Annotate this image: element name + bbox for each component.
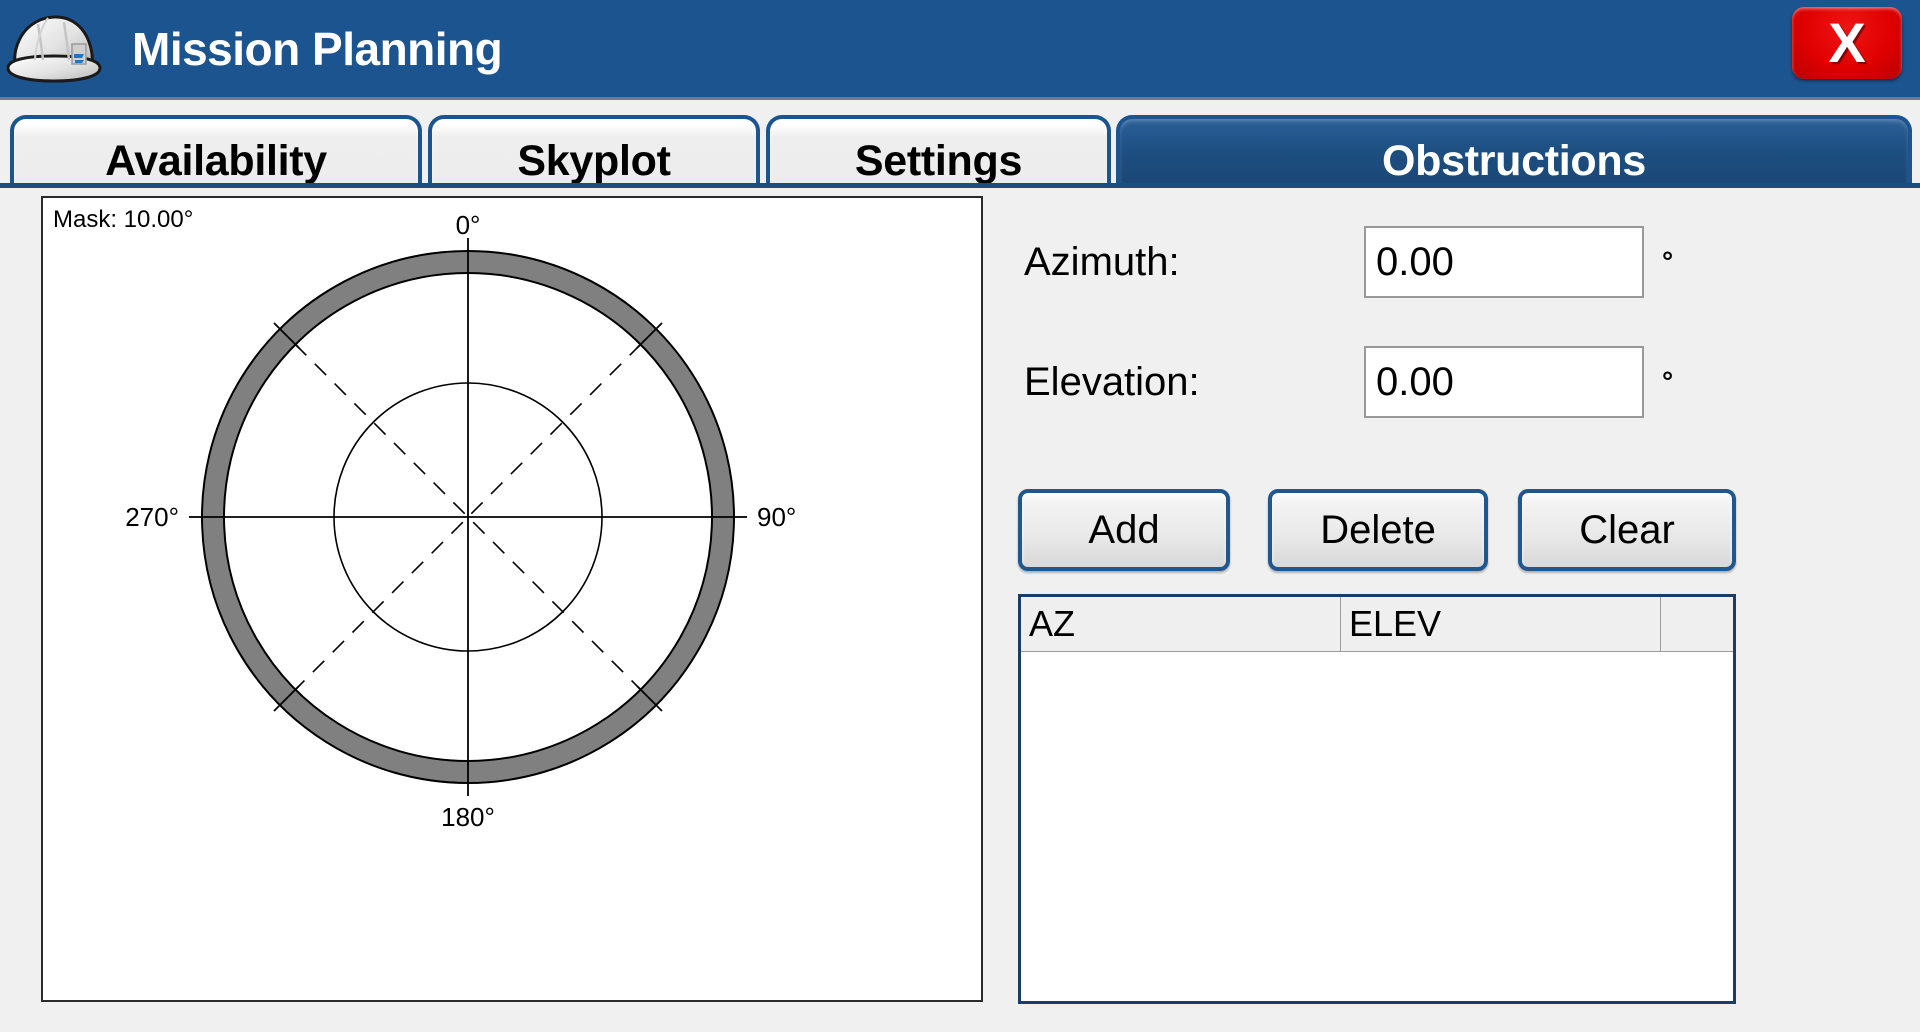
delete-button[interactable]: Delete: [1268, 489, 1488, 571]
column-header-elev[interactable]: ELEV: [1341, 597, 1661, 651]
column-header-spacer[interactable]: [1661, 597, 1733, 651]
azimuth-label: Azimuth:: [1024, 239, 1180, 284]
axis-label-east: 90°: [757, 502, 796, 532]
title-bar: Mission Planning X: [0, 0, 1920, 100]
obstructions-table[interactable]: AZ ELEV: [1018, 594, 1736, 1004]
azimuth-row: Azimuth: 0.00 °: [1024, 226, 1673, 298]
elevation-input[interactable]: 0.00: [1364, 346, 1644, 418]
window-title: Mission Planning: [132, 22, 503, 75]
close-icon: X: [1828, 11, 1866, 74]
skyplot-panel[interactable]: Mask: 10.00° 0° 90° 180° 270°: [41, 196, 983, 1002]
add-button[interactable]: Add: [1018, 489, 1230, 571]
hard-hat-icon: [2, 2, 106, 92]
elevation-unit: °: [1662, 366, 1674, 397]
axis-label-west: 270°: [125, 502, 179, 532]
tab-settings-label: Settings: [854, 136, 1023, 185]
azimuth-unit: °: [1662, 246, 1674, 277]
elevation-row: Elevation: 0.00 °: [1024, 346, 1673, 418]
obstructions-panel: Mask: 10.00° 0° 90° 180° 270° Azimuth: 0…: [0, 188, 1920, 1032]
clear-button[interactable]: Clear: [1518, 489, 1736, 571]
table-body[interactable]: [1021, 652, 1733, 1001]
elevation-label: Elevation:: [1024, 359, 1200, 404]
axis-label-north: 0°: [456, 210, 481, 240]
polar-plot-svg[interactable]: 0° 90° 180° 270°: [43, 198, 985, 1004]
tab-obstructions-label: Obstructions: [1382, 136, 1646, 185]
mission-planning-window: Mission Planning X Availability Skyplot …: [0, 0, 1920, 1032]
axis-label-south: 180°: [441, 802, 495, 832]
close-button[interactable]: X: [1792, 7, 1902, 79]
tab-bar: Availability Skyplot Settings Obstructio…: [0, 103, 1920, 203]
tab-skyplot-label: Skyplot: [517, 136, 671, 185]
tab-availability-label: Availability: [105, 136, 327, 185]
obstruction-controls: Azimuth: 0.00 ° Elevation: 0.00 ° Add De…: [1000, 188, 1920, 1032]
table-header-row: AZ ELEV: [1021, 597, 1733, 652]
azimuth-input[interactable]: 0.00: [1364, 226, 1644, 298]
column-header-az[interactable]: AZ: [1021, 597, 1341, 651]
